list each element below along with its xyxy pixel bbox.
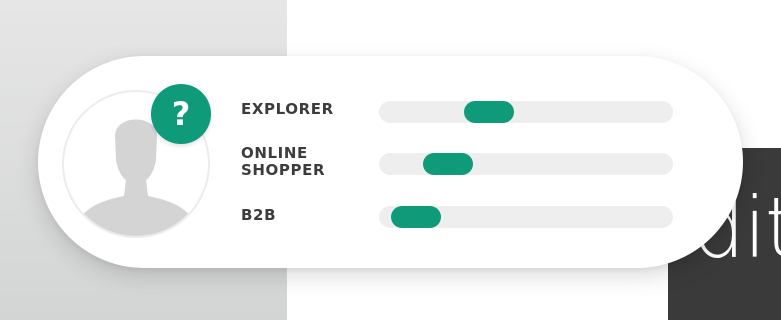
slider-handle-explorer[interactable] — [464, 101, 514, 123]
question-mark-icon[interactable]: ? — [151, 84, 211, 144]
persona-label-line: ONLINE — [241, 144, 308, 162]
persona-label-line: B2B — [241, 206, 277, 224]
persona-label-b2b: B2B — [241, 207, 276, 224]
persona-slider-b2b[interactable] — [379, 206, 673, 228]
persona-label-line: SHOPPER — [241, 161, 326, 179]
persona-slider-explorer[interactable] — [379, 101, 673, 123]
persona-label-online-shopper: ONLINE SHOPPER — [241, 145, 325, 179]
slider-handle-online-shopper[interactable] — [423, 153, 473, 175]
persona-slider-online-shopper[interactable] — [379, 153, 673, 175]
question-mark-glyph: ? — [171, 95, 191, 133]
persona-label-explorer: EXPLORER — [241, 101, 334, 118]
persona-label-line: EXPLORER — [241, 100, 334, 118]
slider-handle-b2b[interactable] — [391, 206, 441, 228]
